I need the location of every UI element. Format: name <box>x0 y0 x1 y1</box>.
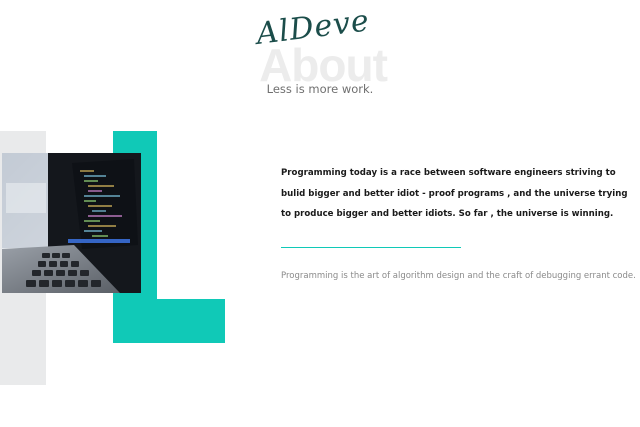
about-photo <box>2 153 141 293</box>
section-tagline: Less is more work. <box>266 82 374 96</box>
decorative-teal-bar-horizontal <box>113 299 225 343</box>
about-lead-text: Programming today is a race between soft… <box>281 168 628 219</box>
about-body-text: Programming is the art of algorithm desi… <box>281 271 636 281</box>
laptop-image <box>2 153 141 293</box>
section-divider <box>281 247 461 248</box>
